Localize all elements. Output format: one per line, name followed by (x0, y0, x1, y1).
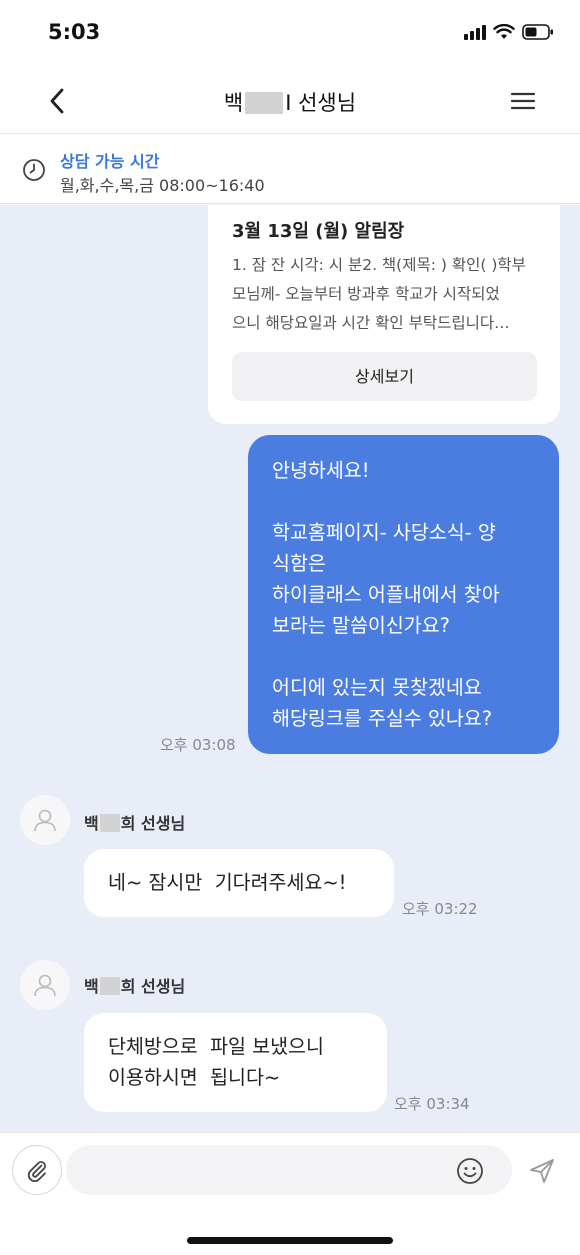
consult-hours: 월,화,수,목,금 08:00~16:40 (60, 176, 265, 195)
redacted-name (245, 92, 284, 114)
avatar[interactable] (20, 795, 70, 845)
user-icon (34, 974, 56, 997)
send-icon (530, 1159, 554, 1183)
clock-icon (23, 159, 45, 181)
message-line: 식함은 (272, 552, 326, 575)
notice-card[interactable]: 3월 13일 (월) 알림장 1. 잠 잔 시각: 시 분2. 책(제목: ) … (208, 205, 560, 424)
notice-title: 3월 13일 (월) 알림장 (232, 221, 405, 242)
message-line: 어디에 있는지 못찾겠네요 (272, 676, 482, 699)
home-indicator (187, 1237, 393, 1244)
attach-button[interactable] (12, 1145, 62, 1195)
smile-icon (457, 1158, 483, 1184)
consult-label: 상담 가능 시간 (60, 152, 160, 171)
emoji-button[interactable] (454, 1155, 486, 1187)
user-icon (34, 809, 56, 832)
title-prefix: 백 (223, 91, 244, 115)
notice-line: 모님께- 오늘부터 방과후 학교가 시작되었 (232, 285, 500, 303)
sender-name: 백 희 선생님 (84, 973, 185, 997)
chat-area[interactable]: 3월 13일 (월) 알림장 1. 잠 잔 시각: 시 분2. 책(제목: ) … (0, 205, 580, 1132)
message-input-bar (0, 1132, 580, 1255)
notice-body: 1. 잠 잔 시각: 시 분2. 책(제목: ) 확인( )학부 모님께- 오늘… (232, 251, 540, 338)
signal-icon (464, 24, 486, 40)
message-time: 오후 03:22 (402, 900, 478, 918)
send-button[interactable] (524, 1153, 560, 1189)
paperclip-icon (27, 1161, 46, 1182)
my-message-bubble[interactable]: 안녕하세요! 학교홈페이지- 사당소식- 양 식함은 하이클래스 어플내에서 찾… (248, 435, 559, 754)
message-time: 오후 03:34 (394, 1095, 470, 1113)
detail-button[interactable]: 상세보기 (232, 352, 537, 401)
redacted-name (99, 814, 120, 832)
message-input[interactable] (66, 1145, 512, 1195)
message-line (272, 486, 543, 517)
sender-prefix: 백 (84, 814, 99, 833)
message-line: 해당링크를 주실수 있나요? (272, 707, 493, 730)
message-line: 보라는 말씀이신가요? (272, 614, 451, 637)
menu-button[interactable] (506, 84, 540, 118)
status-icons (464, 24, 554, 40)
battery-icon (522, 24, 553, 40)
title-suffix: I 선생님 (285, 91, 357, 115)
page-title: 백 I 선생님 (0, 87, 580, 117)
message-line: 안녕하세요! (272, 459, 370, 482)
sender-suffix: 희 선생님 (120, 814, 186, 833)
notice-line: 1. 잠 잔 시각: 시 분2. 책(제목: ) 확인( )학부 (232, 256, 526, 274)
sender-name: 백 희 선생님 (84, 810, 185, 834)
menu-icon (510, 92, 536, 110)
reply-bubble[interactable]: 네~ 잠시만 기다려주세요~! (84, 849, 394, 917)
status-time: 5:03 (48, 20, 101, 44)
notice-line: 으니 해당요일과 시간 확인 부탁드립니다… (232, 314, 510, 332)
message-line: 학교홈페이지- 사당소식- 양 (272, 521, 496, 544)
reply-bubble[interactable]: 단체방으로 파일 보냈으니 이용하시면 됩니다~ (84, 1013, 387, 1112)
message-line (272, 641, 543, 672)
consult-hours-banner: 상담 가능 시간 월,화,수,목,금 08:00~16:40 (0, 134, 580, 204)
message-time: 오후 03:08 (160, 736, 236, 754)
message-line: 하이클래스 어플내에서 찾아 (272, 583, 500, 606)
redacted-name (99, 977, 120, 995)
wifi-icon (493, 24, 515, 39)
chat-header: 백 I 선생님 (0, 68, 580, 134)
sender-prefix: 백 (84, 977, 99, 996)
status-bar: 5:03 (0, 0, 580, 68)
sender-suffix: 희 선생님 (120, 977, 186, 996)
avatar[interactable] (20, 960, 70, 1010)
